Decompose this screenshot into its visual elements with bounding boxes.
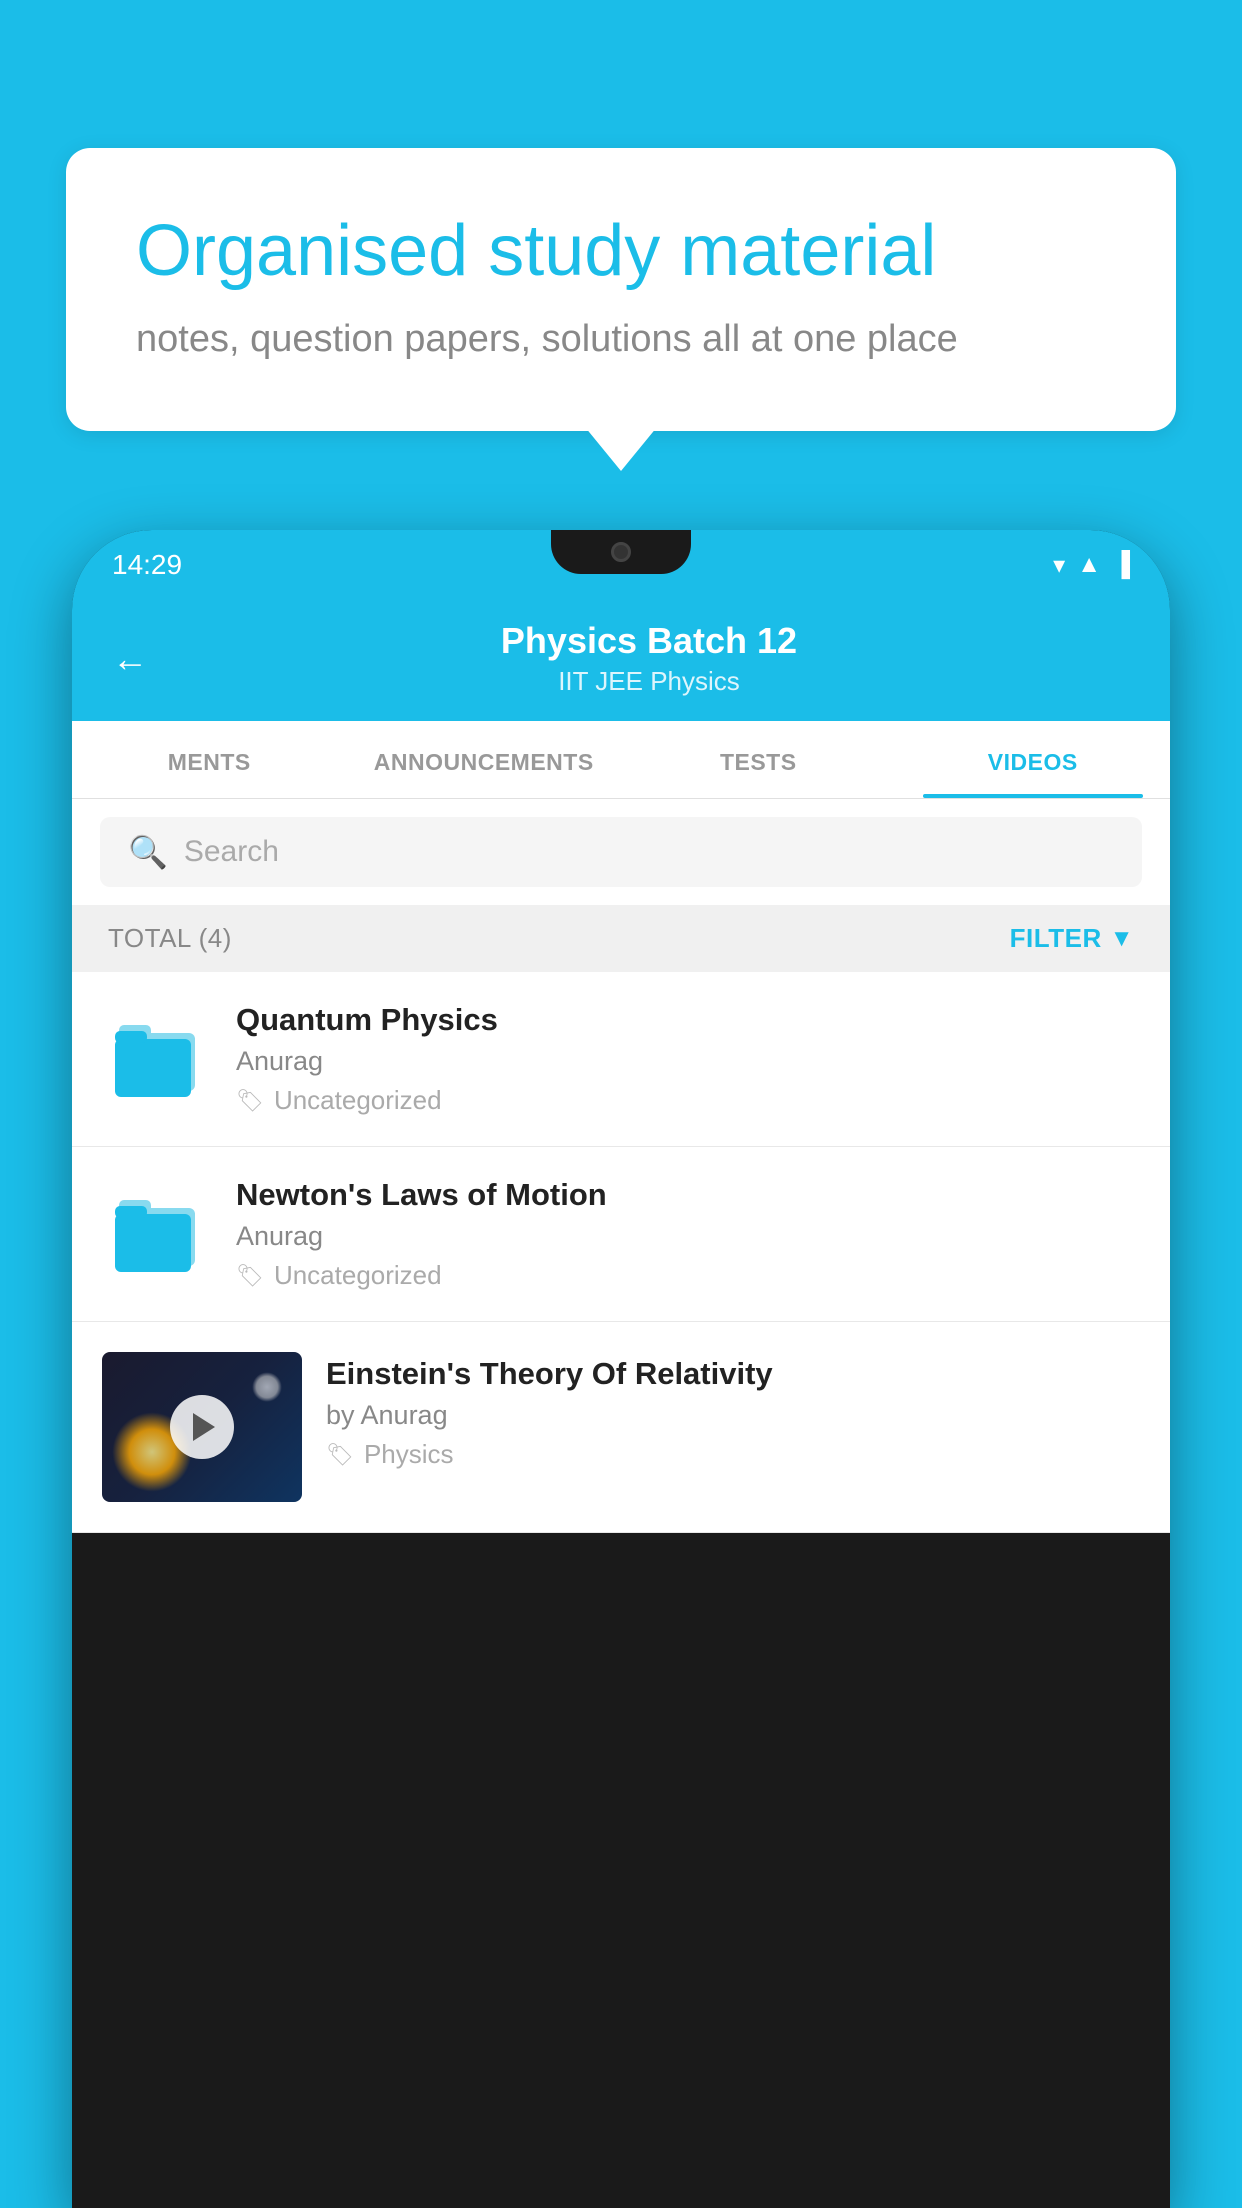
status-icons: ▾ ▲ ▐ — [1053, 551, 1130, 580]
header-title-wrap: Physics Batch 12 IIT JEE Physics — [168, 620, 1130, 697]
tag-icon: 🏷 — [236, 1088, 264, 1114]
tag-icon: 🏷 — [236, 1263, 264, 1289]
tag-label: Physics — [364, 1439, 454, 1470]
speech-bubble-heading: Organised study material — [136, 208, 1106, 294]
speech-bubble-subtext: notes, question papers, solutions all at… — [136, 318, 1106, 361]
filter-button[interactable]: FILTER ▼ — [1010, 923, 1134, 954]
signal-icon: ▲ — [1077, 551, 1101, 579]
search-bar-wrap: 🔍 Search — [72, 799, 1170, 905]
battery-icon: ▐ — [1113, 551, 1130, 579]
tab-announcements[interactable]: ANNOUNCEMENTS — [347, 721, 622, 798]
list-item[interactable]: Einstein's Theory Of Relativity by Anura… — [72, 1322, 1170, 1533]
tab-ments[interactable]: MENTS — [72, 721, 347, 798]
header-subtitle: IIT JEE Physics — [168, 666, 1130, 697]
play-button[interactable] — [170, 1395, 234, 1459]
speech-bubble: Organised study material notes, question… — [66, 148, 1176, 431]
tab-videos[interactable]: VIDEOS — [896, 721, 1171, 798]
header-title: Physics Batch 12 — [168, 620, 1130, 662]
total-label: TOTAL (4) — [108, 923, 232, 954]
play-icon — [193, 1413, 215, 1441]
folder-svg — [113, 1017, 201, 1097]
tag-label: Uncategorized — [274, 1085, 442, 1116]
list-item[interactable]: Newton's Laws of Motion Anurag 🏷 Uncateg… — [72, 1147, 1170, 1322]
folder-icon — [113, 1017, 201, 1097]
item-tag: 🏷 Physics — [326, 1439, 1140, 1470]
video-thumbnail — [102, 1352, 302, 1502]
wifi-icon: ▾ — [1053, 551, 1065, 580]
tab-tests[interactable]: TESTS — [621, 721, 896, 798]
notch — [551, 530, 691, 574]
item-thumbnail — [102, 1177, 212, 1287]
item-info: Einstein's Theory Of Relativity by Anura… — [326, 1352, 1140, 1470]
video-list: Quantum Physics Anurag 🏷 Uncategorized — [72, 972, 1170, 1533]
folder-icon — [113, 1192, 201, 1272]
tag-icon: 🏷 — [326, 1442, 354, 1468]
camera — [611, 542, 631, 562]
search-icon: 🔍 — [128, 833, 168, 871]
list-item[interactable]: Quantum Physics Anurag 🏷 Uncategorized — [72, 972, 1170, 1147]
filter-label: FILTER — [1010, 923, 1102, 954]
search-input[interactable]: Search — [184, 835, 279, 869]
app-header: ← Physics Batch 12 IIT JEE Physics — [72, 600, 1170, 721]
item-title: Einstein's Theory Of Relativity — [326, 1356, 1140, 1392]
phone-frame: 14:29 ▾ ▲ ▐ ← Physics Batch 12 IIT JEE P… — [72, 530, 1170, 2208]
item-title: Newton's Laws of Motion — [236, 1177, 1140, 1213]
item-author: by Anurag — [326, 1400, 1140, 1431]
tag-label: Uncategorized — [274, 1260, 442, 1291]
item-title: Quantum Physics — [236, 1002, 1140, 1038]
tabs: MENTS ANNOUNCEMENTS TESTS VIDEOS — [72, 721, 1170, 799]
item-author: Anurag — [236, 1221, 1140, 1252]
item-author: Anurag — [236, 1046, 1140, 1077]
search-bar[interactable]: 🔍 Search — [100, 817, 1142, 887]
status-time: 14:29 — [112, 549, 182, 581]
item-info: Newton's Laws of Motion Anurag 🏷 Uncateg… — [236, 1177, 1140, 1291]
screen-content: MENTS ANNOUNCEMENTS TESTS VIDEOS 🔍 Searc… — [72, 721, 1170, 1533]
item-tag: 🏷 Uncategorized — [236, 1085, 1140, 1116]
item-tag: 🏷 Uncategorized — [236, 1260, 1140, 1291]
item-thumbnail — [102, 1002, 212, 1112]
status-bar: 14:29 ▾ ▲ ▐ — [72, 530, 1170, 600]
folder-svg — [113, 1192, 201, 1272]
filter-icon: ▼ — [1110, 925, 1134, 953]
filter-bar: TOTAL (4) FILTER ▼ — [72, 905, 1170, 972]
back-button[interactable]: ← — [112, 638, 148, 680]
item-info: Quantum Physics Anurag 🏷 Uncategorized — [236, 1002, 1140, 1116]
